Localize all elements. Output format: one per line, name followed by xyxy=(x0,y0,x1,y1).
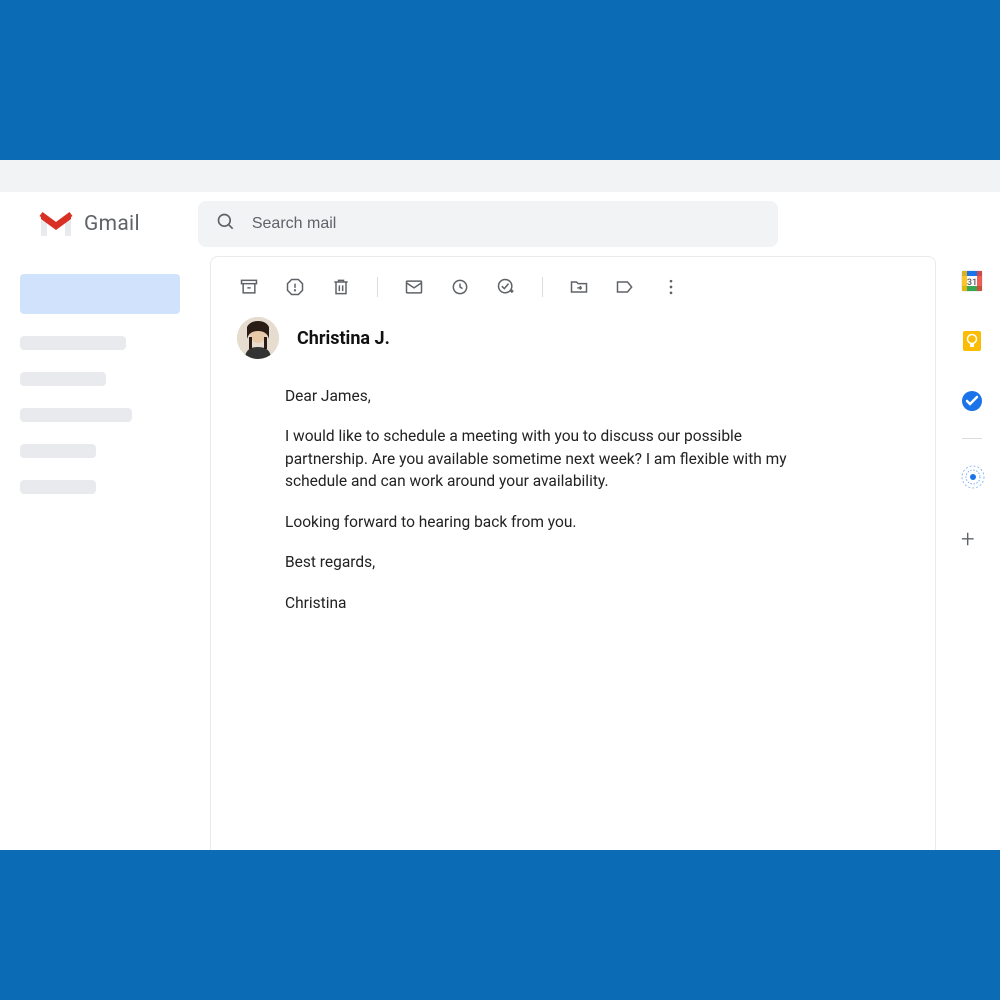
gmail-app: Gmail xyxy=(0,192,1000,850)
gmail-logo-area[interactable]: Gmail xyxy=(38,211,140,238)
report-spam-icon[interactable] xyxy=(285,277,305,297)
sidebar-item[interactable] xyxy=(20,444,96,458)
header: Gmail xyxy=(0,192,1000,256)
sender-avatar[interactable] xyxy=(237,317,279,359)
delete-icon[interactable] xyxy=(331,277,351,297)
email-closing: Best regards, xyxy=(285,551,827,573)
side-panel: 31 xyxy=(944,256,1000,850)
archive-icon[interactable] xyxy=(239,277,259,297)
sidebar-item[interactable] xyxy=(20,336,126,350)
content-area: Christina J. Dear James, I would like to… xyxy=(210,256,1000,850)
mail-pane: Christina J. Dear James, I would like to… xyxy=(210,256,936,850)
mark-unread-icon[interactable] xyxy=(404,277,424,297)
compose-button[interactable] xyxy=(20,274,180,314)
email-paragraph: Looking forward to hearing back from you… xyxy=(285,511,827,533)
labels-icon[interactable] xyxy=(615,277,635,297)
email-signature: Christina xyxy=(285,592,827,614)
email-paragraph: I would like to schedule a meeting with … xyxy=(285,425,827,492)
tasks-icon[interactable] xyxy=(961,390,983,412)
sender-row: Christina J. xyxy=(237,317,909,359)
sidebar xyxy=(0,256,210,850)
gmail-logo-icon xyxy=(38,211,74,238)
svg-text:31: 31 xyxy=(967,278,977,288)
app-window: Gmail xyxy=(0,160,1000,850)
snooze-icon[interactable] xyxy=(450,277,470,297)
toolbar-separator xyxy=(377,277,378,297)
side-panel-divider xyxy=(962,438,982,439)
keep-icon[interactable] xyxy=(961,330,983,352)
email-greeting: Dear James, xyxy=(285,385,827,407)
move-to-icon[interactable] xyxy=(569,277,589,297)
more-icon[interactable] xyxy=(661,277,681,297)
gmail-wordmark: Gmail xyxy=(84,212,140,236)
search-bar[interactable] xyxy=(198,201,778,247)
email-body: Dear James, I would like to schedule a m… xyxy=(237,385,827,614)
mail-toolbar xyxy=(237,273,909,317)
sidebar-item[interactable] xyxy=(20,372,106,386)
browser-chrome-strip xyxy=(0,160,1000,192)
search-input[interactable] xyxy=(252,215,760,233)
toolbar-separator xyxy=(542,277,543,297)
search-icon xyxy=(216,212,236,236)
sidebar-item[interactable] xyxy=(20,480,96,494)
contacts-icon[interactable] xyxy=(961,465,983,487)
add-task-icon[interactable] xyxy=(496,277,516,297)
add-icon[interactable]: + xyxy=(961,525,983,547)
body-row: Christina J. Dear James, I would like to… xyxy=(0,256,1000,850)
sender-name: Christina J. xyxy=(297,328,390,349)
calendar-icon[interactable]: 31 xyxy=(961,270,983,292)
sidebar-item[interactable] xyxy=(20,408,132,422)
